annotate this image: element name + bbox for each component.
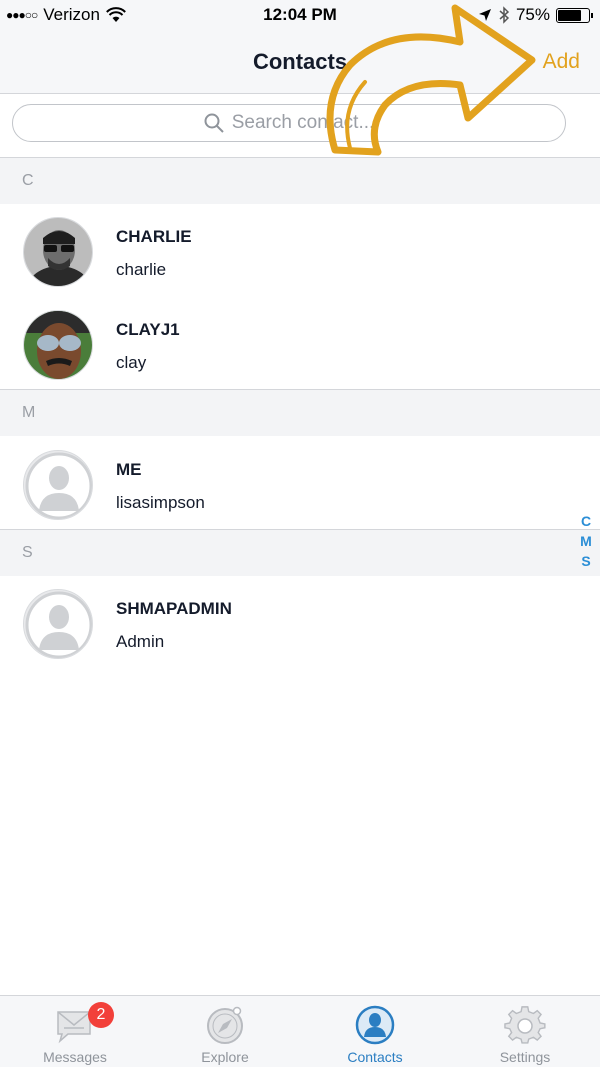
contact-name: ME [116,460,142,479]
page-title: Contacts [252,49,348,74]
index-letter-m[interactable]: M [580,531,592,551]
contact-name: CHARLIE [116,227,192,246]
contact-username: clay [116,353,147,372]
section-header-m: M [0,390,600,436]
tab-settings[interactable]: Settings [450,996,600,1067]
search-bar: Search contact... [0,94,600,158]
contact-name: SHMAPADMIN [116,599,232,618]
battery-icon [556,7,593,23]
contact-row-shmapadmin[interactable]: SHMAPADMIN Admin [0,575,580,668]
alphabet-index: C M S [578,511,594,571]
battery-percent: 75% [515,5,550,24]
tab-contacts[interactable]: Contacts [300,996,450,1067]
avatar [23,310,93,380]
search-icon [204,113,224,133]
tab-label: Contacts [347,1049,403,1065]
section-header-c: C [0,158,600,204]
section-header-s: S [0,530,600,576]
search-placeholder: Search contact... [231,112,375,133]
battery-level-fill [558,9,581,21]
contact-username: charlie [116,260,167,279]
bluetooth-icon [499,6,510,24]
default-avatar-icon [23,450,93,520]
tab-explore[interactable]: Explore [150,996,300,1067]
search-input[interactable]: Search contact... [12,104,566,142]
contacts-icon [355,1005,395,1045]
tab-label: Settings [499,1049,551,1065]
contact-row-charlie[interactable]: CHARLIE charlie [0,203,580,296]
index-letter-c[interactable]: C [581,511,591,531]
avatar [23,217,93,287]
tab-bar: 2 Messages Explore Contacts Settings [0,995,600,1067]
default-avatar-icon [23,589,93,659]
tab-label: Messages [43,1049,107,1065]
tab-label: Explore [201,1049,249,1065]
contact-username: Admin [116,632,165,651]
tab-messages[interactable]: 2 Messages [0,996,150,1067]
contact-row-me[interactable]: ME lisasimpson [0,436,580,529]
compass-icon [207,1006,243,1044]
contact-row-clayj1[interactable]: CLAYJ1 clay [0,296,580,389]
status-bar: ●●●○○ Verizon 12:04 PM 75% [0,0,600,32]
gear-icon [504,1006,546,1044]
location-arrow-icon [478,9,491,21]
unread-badge: 2 [88,1002,114,1028]
add-contact-button[interactable]: Add [543,50,580,74]
index-letter-s[interactable]: S [581,551,590,571]
contact-name: CLAYJ1 [116,320,180,339]
contact-username: lisasimpson [116,493,205,512]
navigation-bar: Contacts Add [0,32,600,94]
